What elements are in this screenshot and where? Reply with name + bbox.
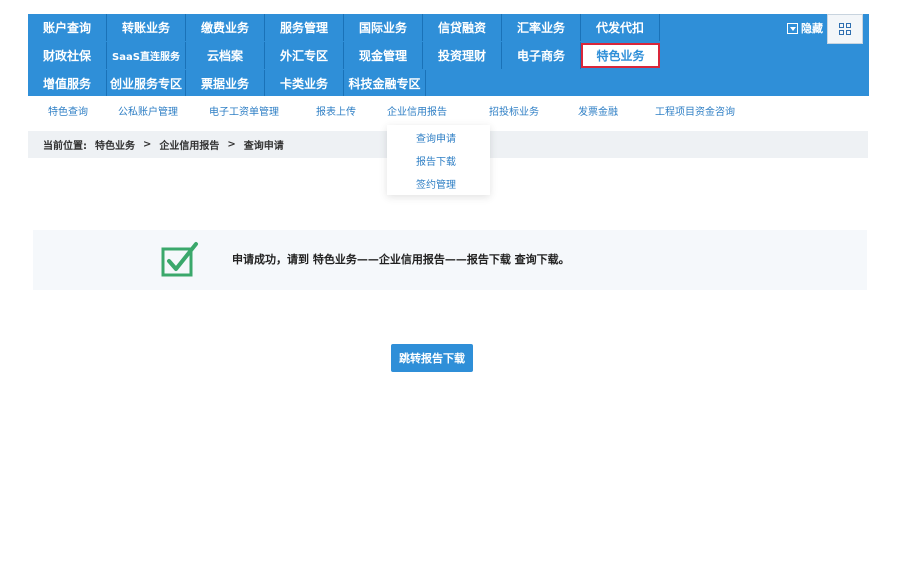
nav-item[interactable]: 现金管理 [344, 42, 423, 69]
nav-row-1: 账户查询 转账业务 缴费业务 服务管理 国际业务 信贷融资 汇率业务 代发代扣 [28, 14, 660, 41]
nav-item[interactable]: 增值服务 [28, 70, 107, 96]
nav-item[interactable]: 票据业务 [186, 70, 265, 96]
nav-item[interactable]: 转账业务 [107, 14, 186, 41]
nav-item[interactable]: 信贷融资 [423, 14, 502, 41]
nav-item[interactable]: 创业服务专区 [107, 70, 186, 96]
nav-item[interactable]: 汇率业务 [502, 14, 581, 41]
breadcrumb-sep: > [227, 139, 236, 150]
subnav-item[interactable]: 公私账户管理 [108, 100, 188, 120]
dropdown-item[interactable]: 报告下载 [416, 153, 456, 168]
subnav-item[interactable]: 特色查询 [28, 100, 108, 120]
nav-item[interactable]: 账户查询 [28, 14, 107, 41]
sub-nav: 特色查询 公私账户管理 电子工资单管理 报表上传 企业信用报告 招投标业务 发票… [28, 100, 760, 120]
page: 账户查询 转账业务 缴费业务 服务管理 国际业务 信贷融资 汇率业务 代发代扣 … [0, 0, 900, 561]
checkbox-check-icon [161, 242, 198, 277]
dropdown-menu: 查询申请 报告下载 签约管理 [387, 125, 490, 195]
subnav-item[interactable]: 电子工资单管理 [188, 100, 300, 120]
breadcrumb-sep: > [143, 139, 152, 150]
nav-item[interactable]: 外汇专区 [265, 42, 344, 69]
success-message-text: 申请成功，请到 特色业务——企业信用报告——报告下载 查询下载。 [232, 253, 570, 266]
subnav-item[interactable]: 发票金融 [566, 100, 630, 120]
nav-item[interactable]: 投资理财 [423, 42, 502, 69]
dropdown-item[interactable]: 查询申请 [416, 130, 456, 145]
nav-item[interactable]: 科技金融专区 [344, 70, 426, 96]
collapse-icon [787, 22, 798, 34]
nav-item[interactable]: SaaS直连服务 [107, 42, 186, 69]
breadcrumb-item: 企业信用报告 [159, 141, 220, 152]
hide-toggle[interactable]: 隐藏 [787, 20, 823, 36]
subnav-item[interactable]: 工程项目资金咨询 [630, 100, 760, 120]
grid-button[interactable] [827, 14, 863, 44]
nav-item[interactable]: 财政社保 [28, 42, 107, 69]
nav-item[interactable]: 云档案 [186, 42, 265, 69]
nav-row-3: 增值服务 创业服务专区 票据业务 卡类业务 科技金融专区 [28, 70, 426, 96]
breadcrumb-label: 当前位置: [43, 141, 87, 152]
subnav-item[interactable]: 报表上传 [300, 100, 372, 120]
subnav-item[interactable]: 企业信用报告 [372, 100, 462, 120]
hide-label: 隐藏 [801, 22, 823, 35]
breadcrumb-current: 查询申请 [243, 141, 284, 152]
dropdown-item[interactable]: 签约管理 [416, 176, 456, 191]
nav-item[interactable]: 卡类业务 [265, 70, 344, 96]
jump-report-download-button[interactable]: 跳转报告下载 [391, 344, 473, 372]
subnav-item[interactable]: 招投标业务 [462, 100, 566, 120]
nav-item[interactable]: 代发代扣 [581, 14, 660, 41]
grid-icon [839, 23, 851, 35]
nav-item[interactable]: 电子商务 [502, 42, 581, 69]
nav-item[interactable]: 服务管理 [265, 14, 344, 41]
nav-item-selected[interactable]: 特色业务 [581, 43, 660, 68]
nav-item[interactable]: 缴费业务 [186, 14, 265, 41]
nav-item[interactable]: 国际业务 [344, 14, 423, 41]
success-message-box: 申请成功，请到 特色业务——企业信用报告——报告下载 查询下载。 [33, 230, 867, 290]
nav-row-2: 财政社保 SaaS直连服务 云档案 外汇专区 现金管理 投资理财 电子商务 特色… [28, 42, 660, 69]
top-nav: 账户查询 转账业务 缴费业务 服务管理 国际业务 信贷融资 汇率业务 代发代扣 … [28, 14, 869, 96]
breadcrumb-item: 特色业务 [95, 141, 135, 152]
